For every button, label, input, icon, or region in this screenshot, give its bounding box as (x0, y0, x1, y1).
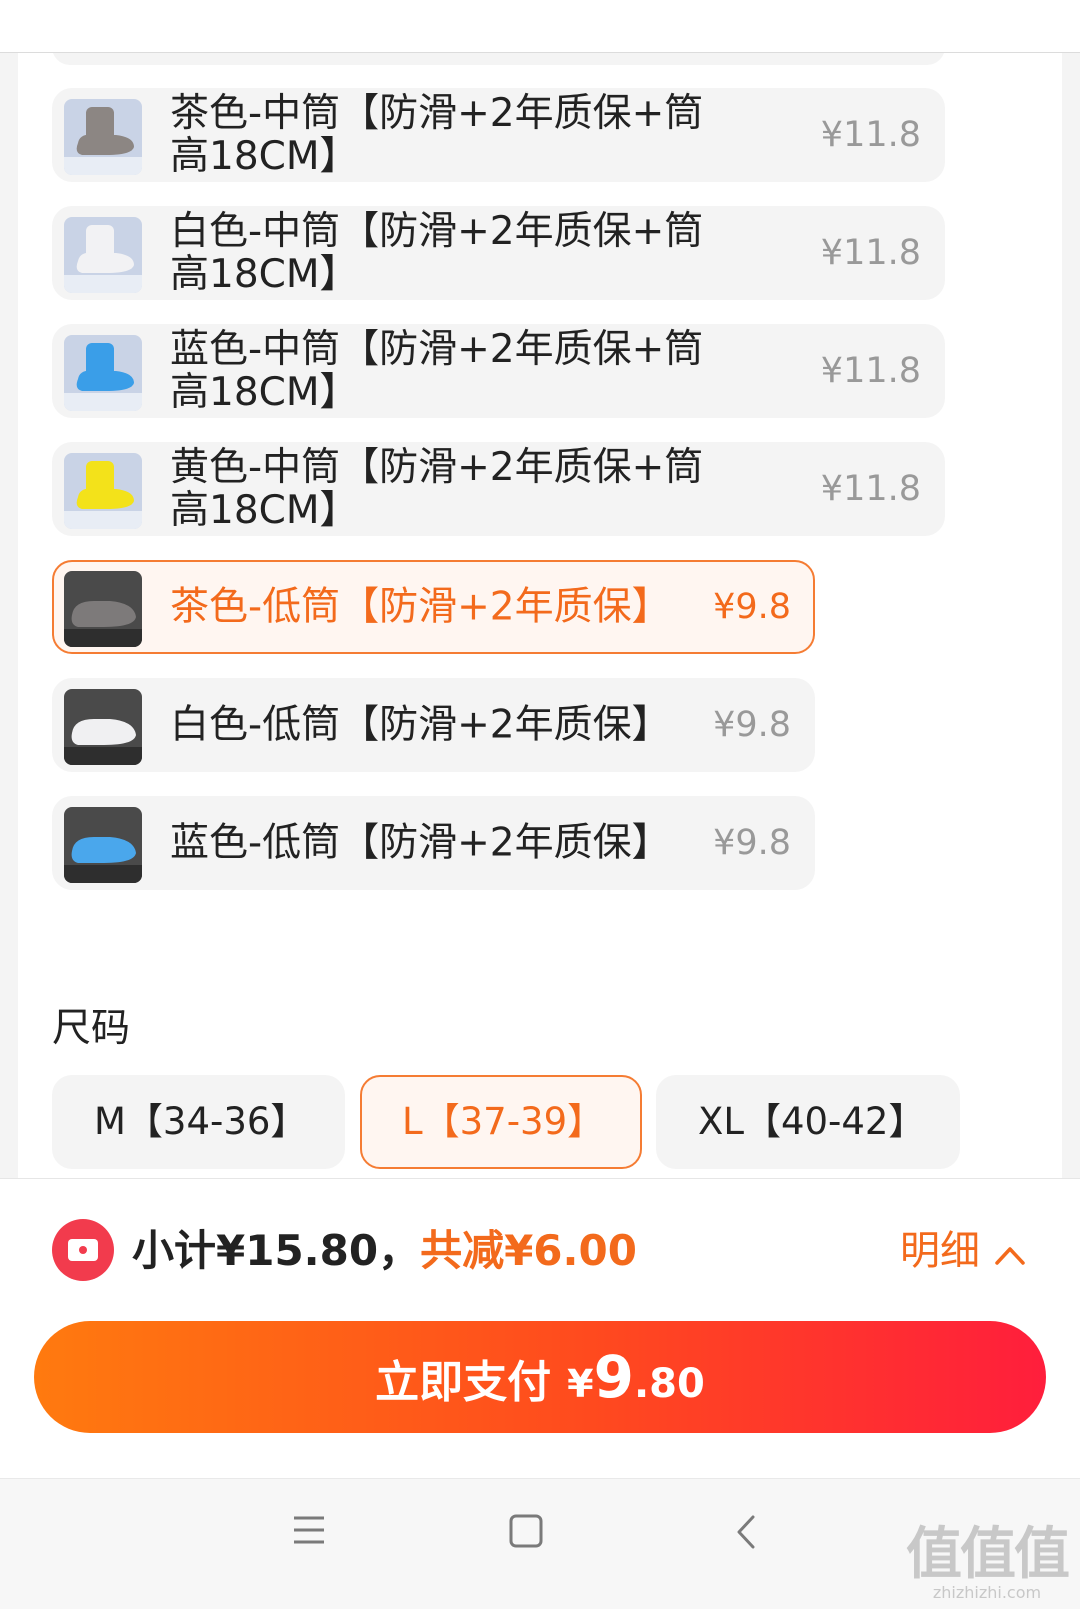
sku-option[interactable]: 黄色-中筒【防滑+2年质保+筒高18CM】 ¥11.8 (52, 442, 945, 536)
sku-thumbnail (64, 335, 142, 411)
pay-amount-integer: 9 (593, 1343, 634, 1411)
watermark-logo: 值值值 (906, 1522, 1070, 1587)
top-bar (0, 0, 1080, 53)
watermark: 值值值 zhizhizhi.com (906, 1522, 1070, 1602)
sku-price: ¥9.8 (713, 705, 791, 745)
back-icon[interactable] (735, 1514, 757, 1554)
sku-panel: 茶色-中筒【防滑+2年质保+筒高18CM】 ¥11.8 白色-中筒【防滑+2年质… (18, 53, 1062, 1178)
sku-option[interactable]: 白色-低筒【防滑+2年质保】 ¥9.8 (52, 678, 815, 772)
sku-thumbnail (64, 571, 142, 647)
sku-label: 黄色-中筒【防滑+2年质保+筒高18CM】 (170, 445, 704, 533)
sku-option[interactable]: 茶色-中筒【防滑+2年质保+筒高18CM】 ¥11.8 (52, 88, 945, 182)
sku-option-partial[interactable] (52, 53, 945, 65)
sku-thumbnail (64, 807, 142, 883)
sku-thumbnail (64, 217, 142, 293)
sku-label: 蓝色-中筒【防滑+2年质保+筒高18CM】 (170, 327, 704, 415)
sku-option[interactable]: 蓝色-中筒【防滑+2年质保+筒高18CM】 ¥11.8 (52, 324, 945, 418)
size-section-title: 尺码 (52, 1006, 131, 1051)
sku-thumbnail (64, 689, 142, 765)
sku-thumbnail (64, 453, 142, 529)
sku-label: 白色-中筒【防滑+2年质保+筒高18CM】 (170, 209, 704, 297)
sku-option-selected[interactable]: 茶色-低筒【防滑+2年质保】 ¥9.8 (52, 560, 815, 654)
sku-option[interactable]: 白色-中筒【防滑+2年质保+筒高18CM】 ¥11.8 (52, 206, 945, 300)
pay-currency: ¥ (567, 1362, 594, 1406)
price-summary: 小计¥15.80，共减¥6.00 (132, 1221, 637, 1281)
home-icon[interactable] (509, 1514, 543, 1552)
detail-label: 明细 (900, 1228, 980, 1274)
sku-label: 茶色-低筒【防滑+2年质保】 (170, 584, 671, 630)
size-option-l-selected[interactable]: L【37-39】 (360, 1075, 642, 1169)
sku-option[interactable]: 蓝色-低筒【防滑+2年质保】 ¥9.8 (52, 796, 815, 890)
sku-thumbnail (64, 99, 142, 175)
detail-button[interactable]: 明细 (900, 1221, 1026, 1283)
sku-price: ¥9.8 (713, 823, 791, 863)
sku-price: ¥9.8 (713, 587, 791, 627)
chevron-up-icon (994, 1223, 1026, 1283)
sku-label: 蓝色-低筒【防滑+2年质保】 (170, 820, 671, 866)
size-option-m[interactable]: M【34-36】 (52, 1075, 345, 1169)
pay-now-button[interactable]: 立即支付 ¥9.80 (34, 1321, 1046, 1433)
sku-price: ¥11.8 (820, 115, 921, 155)
sku-price: ¥11.8 (820, 233, 921, 273)
sku-price: ¥11.8 (820, 469, 921, 509)
sku-label: 白色-低筒【防滑+2年质保】 (170, 702, 671, 748)
sku-price: ¥11.8 (820, 351, 921, 391)
pay-amount-decimal: .80 (633, 1361, 705, 1407)
size-option-xl[interactable]: XL【40-42】 (656, 1075, 960, 1169)
sku-label: 茶色-中筒【防滑+2年质保+筒高18CM】 (170, 91, 704, 179)
checkout-footer: 小计¥15.80，共减¥6.00 明细 立即支付 ¥9.80 (0, 1178, 1080, 1479)
coupon-icon (52, 1219, 114, 1281)
subtotal-text: 小计¥15.80， (132, 1226, 421, 1275)
pay-label: 立即支付 (375, 1357, 552, 1408)
menu-icon[interactable] (292, 1514, 326, 1550)
discount-text: 共减¥6.00 (420, 1226, 637, 1275)
